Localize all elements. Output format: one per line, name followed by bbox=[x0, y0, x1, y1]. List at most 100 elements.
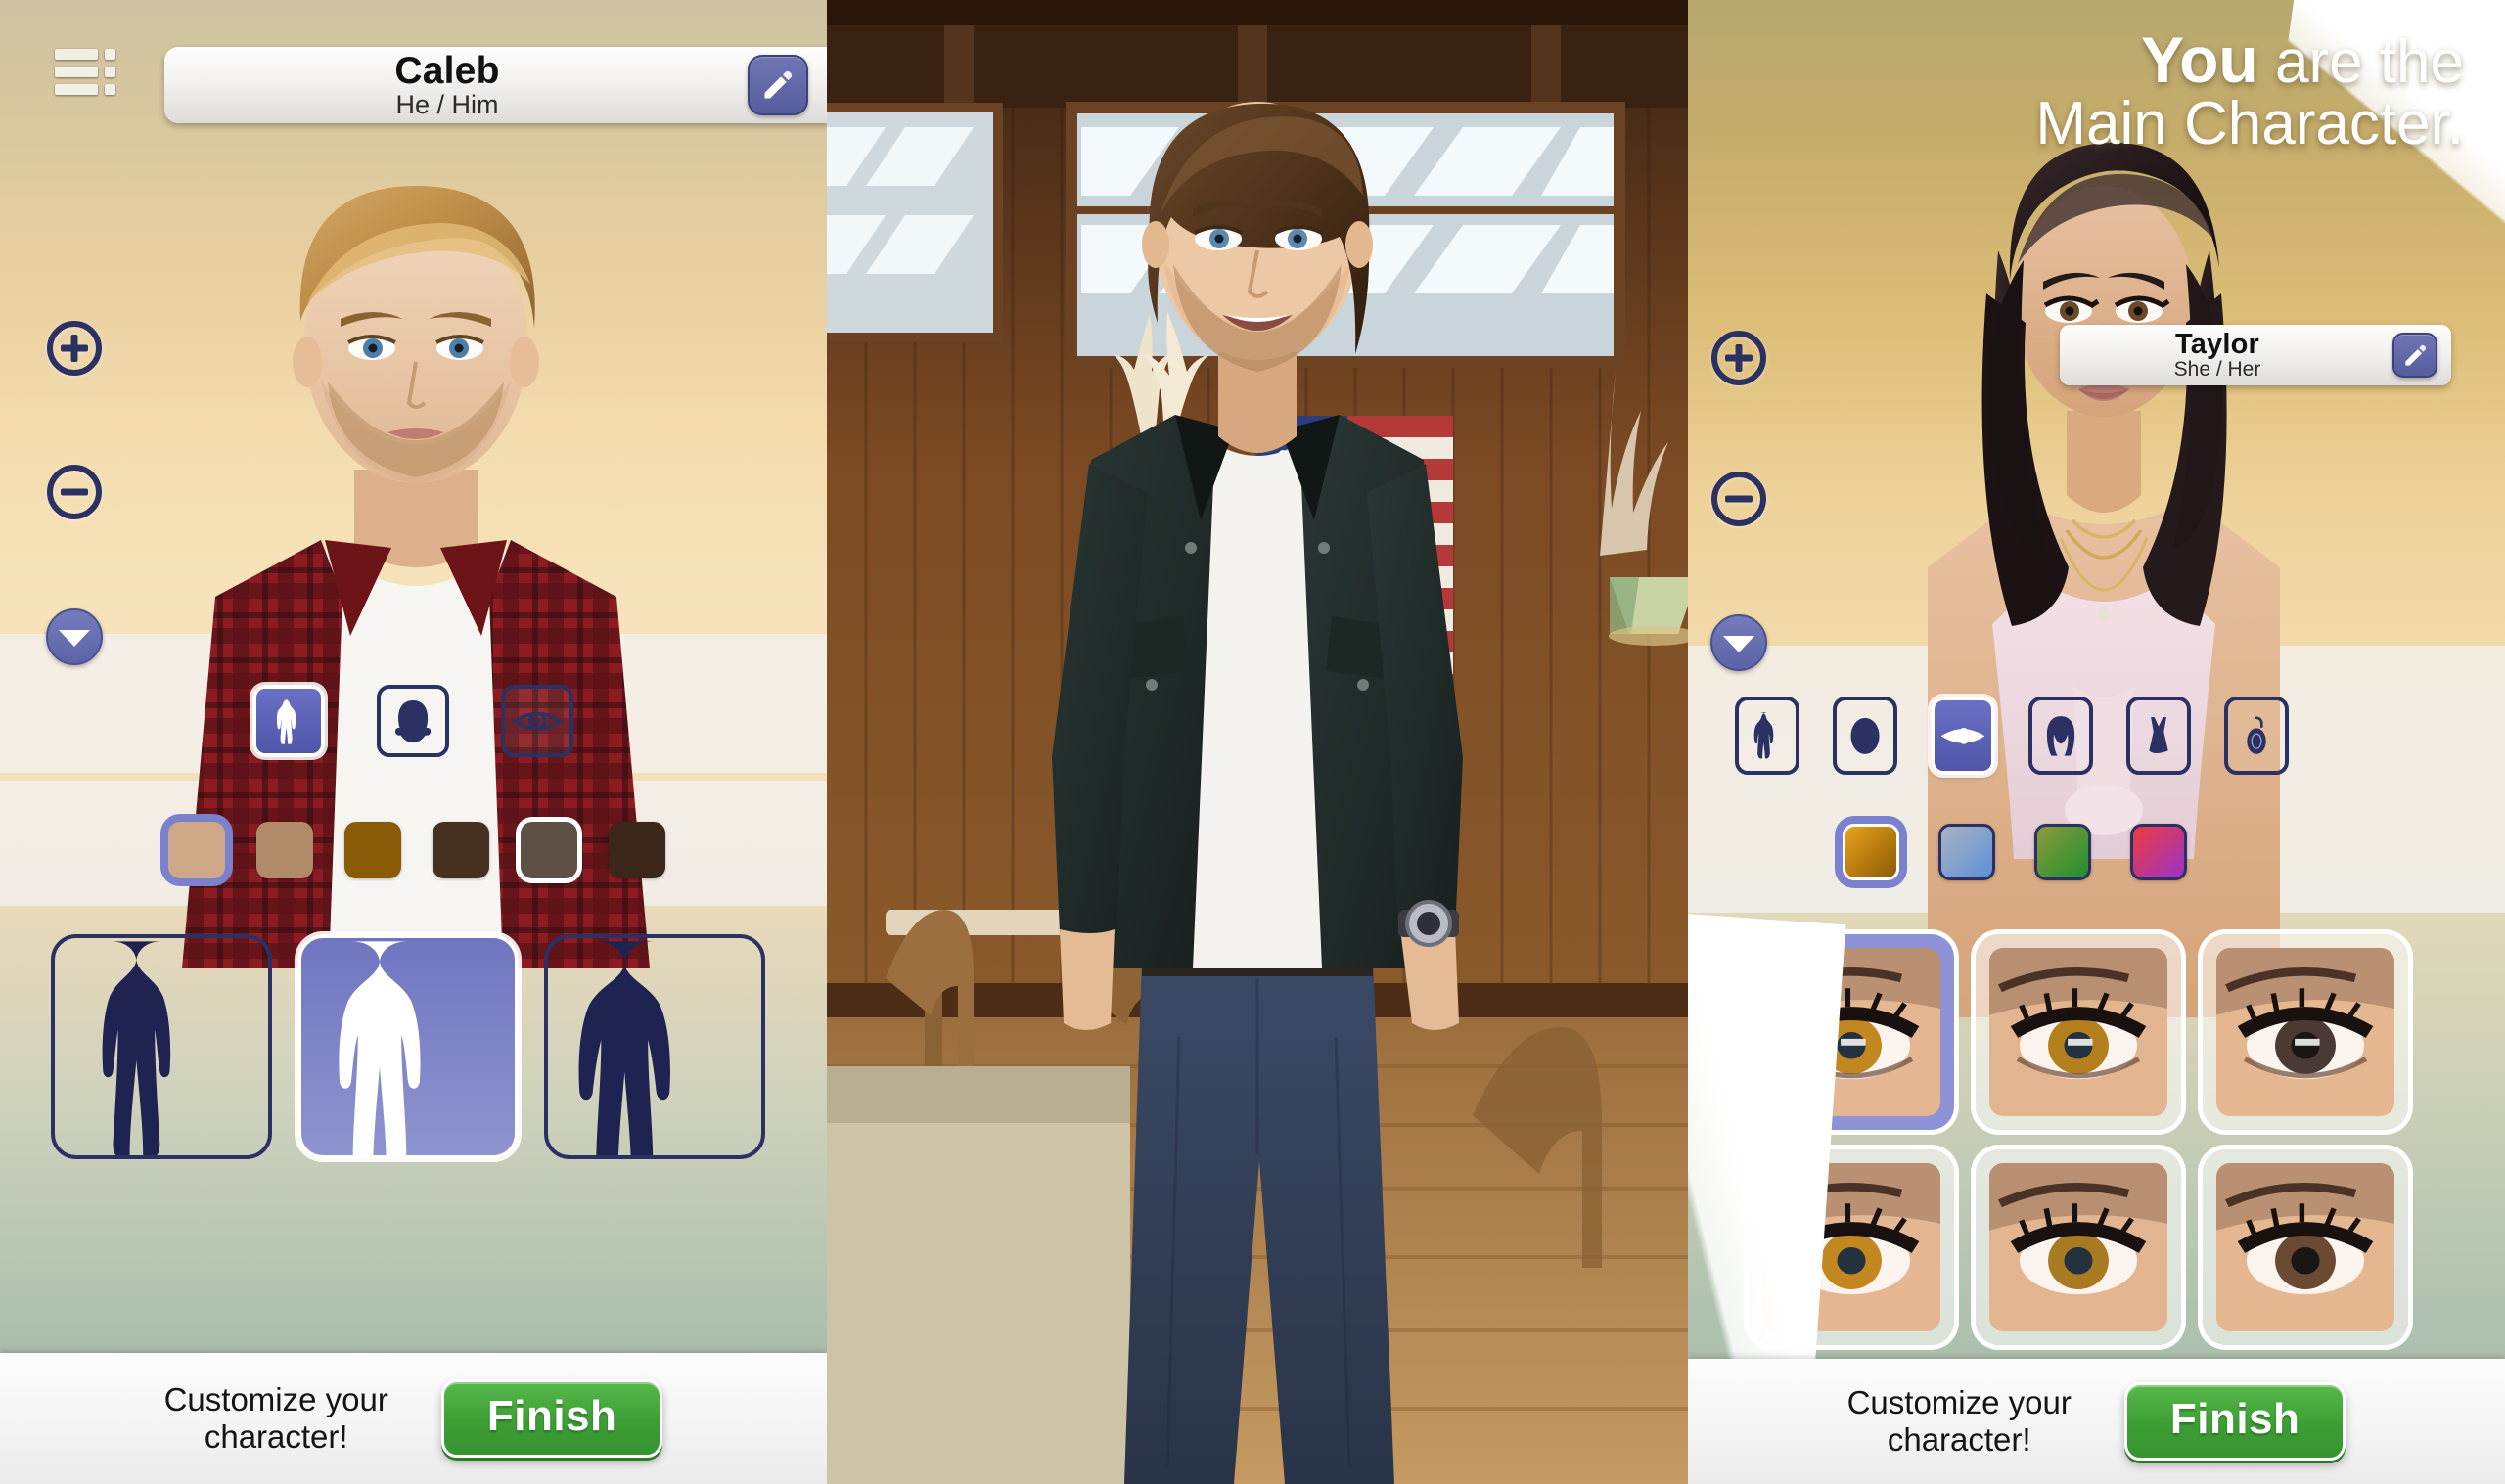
middle-screen bbox=[827, 0, 1688, 1484]
eye-option-card[interactable] bbox=[1749, 1149, 1954, 1345]
headline-line-2: Main Character. bbox=[2035, 90, 2464, 158]
body-silhouette-icon bbox=[1754, 711, 1774, 758]
category-hair-button[interactable] bbox=[2028, 697, 2093, 775]
prompt-line-1: Customize your bbox=[163, 1380, 388, 1417]
dress-icon bbox=[2149, 716, 2168, 753]
finish-button[interactable]: Finish bbox=[440, 1379, 663, 1458]
zoom-in-button[interactable] bbox=[47, 321, 102, 376]
menu-dot bbox=[105, 84, 115, 95]
skin-swatch[interactable] bbox=[609, 822, 665, 878]
menu-dot bbox=[105, 67, 115, 77]
category-outfit-button[interactable] bbox=[2126, 697, 2191, 775]
body-type-card[interactable] bbox=[297, 934, 519, 1159]
category-body-button[interactable] bbox=[252, 685, 325, 757]
menu-bar bbox=[55, 67, 98, 77]
zoom-out-button[interactable] bbox=[1711, 472, 1766, 526]
eye-color-row bbox=[1843, 824, 2187, 880]
character-pronouns: She / Her bbox=[2173, 358, 2261, 382]
skin-tone-row bbox=[168, 822, 665, 878]
zoom-out-button[interactable] bbox=[47, 465, 102, 519]
menu-bar bbox=[55, 84, 98, 95]
eye-thumbnail bbox=[1762, 948, 1940, 1116]
eye-icon bbox=[1940, 727, 1985, 744]
headline-line-1: You are the bbox=[2035, 26, 2464, 96]
eye-thumbnail bbox=[2216, 948, 2394, 1116]
eye-thumbnail bbox=[1989, 1163, 2167, 1331]
face-head-icon bbox=[394, 699, 432, 743]
skin-swatch[interactable] bbox=[168, 822, 225, 878]
face-head-icon bbox=[1850, 717, 1880, 754]
chevron-down-icon bbox=[1710, 614, 1767, 671]
body-silhouette-icon bbox=[276, 698, 296, 744]
eye-option-card[interactable] bbox=[1976, 934, 2181, 1130]
eye-thumbnail bbox=[2216, 1163, 2394, 1331]
finish-button[interactable]: Finish bbox=[2123, 1382, 2346, 1461]
lodge-scene-background bbox=[827, 0, 1688, 1484]
category-face-button[interactable] bbox=[1833, 697, 1897, 775]
body-slim-silhouette-icon bbox=[102, 941, 171, 1155]
nameplate-text: Taylor She / Her bbox=[2060, 329, 2375, 382]
eye-option-card[interactable] bbox=[1749, 934, 1954, 1130]
category-eyes-button[interactable] bbox=[501, 685, 573, 757]
character-nameplate[interactable]: Taylor She / Her bbox=[2060, 325, 2451, 385]
minus-circle-icon bbox=[1711, 472, 1766, 526]
customize-prompt: Customize your character! bbox=[1847, 1384, 2072, 1460]
prompt-line-2: character! bbox=[1887, 1421, 2031, 1458]
category-eyes-button[interactable] bbox=[1931, 697, 1995, 775]
eye-option-card[interactable] bbox=[2203, 1149, 2408, 1345]
hair-icon bbox=[2046, 715, 2075, 756]
eye-option-card[interactable] bbox=[1976, 1149, 2181, 1345]
skin-swatch[interactable] bbox=[344, 822, 401, 878]
skin-swatch[interactable] bbox=[521, 822, 577, 878]
eye-option-row-2 bbox=[1749, 1149, 2408, 1345]
pencil-icon bbox=[2404, 344, 2426, 366]
pencil-icon bbox=[764, 70, 793, 99]
character-name: Caleb bbox=[394, 50, 500, 93]
chevron-down-icon bbox=[46, 608, 103, 665]
right-bottom-bar: Customize your character! Finish bbox=[1688, 1359, 2505, 1484]
minus-circle-icon bbox=[47, 465, 102, 519]
headline: You are the Main Character. bbox=[2035, 26, 2464, 158]
eye-color-swatch[interactable] bbox=[2034, 824, 2091, 880]
zoom-in-button[interactable] bbox=[1711, 331, 1766, 385]
skin-swatch[interactable] bbox=[433, 822, 489, 878]
eye-color-swatch[interactable] bbox=[1843, 824, 1899, 880]
nameplate-text: Caleb He / Him bbox=[164, 51, 730, 119]
eye-color-swatch[interactable] bbox=[1938, 824, 1995, 880]
plus-circle-icon bbox=[1711, 331, 1766, 385]
eye-color-swatch[interactable] bbox=[2130, 824, 2187, 880]
body-type-card[interactable] bbox=[51, 934, 272, 1159]
left-bottom-bar: Customize your character! Finish bbox=[0, 1353, 827, 1484]
earring-icon bbox=[2247, 716, 2266, 754]
menu-bar bbox=[55, 49, 98, 60]
customize-prompt: Customize your character! bbox=[164, 1381, 388, 1457]
eye-thumbnail bbox=[1762, 1163, 1940, 1331]
character-nameplate[interactable]: Caleb He / Him bbox=[164, 47, 827, 123]
edit-name-button[interactable] bbox=[748, 55, 808, 115]
right-screen: You are the Main Character. Taylor She /… bbox=[1688, 0, 2505, 1484]
caleb-character-art bbox=[182, 185, 650, 968]
category-face-button[interactable] bbox=[377, 685, 449, 757]
menu-dot bbox=[105, 49, 115, 60]
eye-option-row-1 bbox=[1749, 934, 2408, 1130]
category-icon-row bbox=[1735, 697, 2289, 775]
category-icon-row bbox=[252, 685, 573, 757]
body-type-card[interactable] bbox=[544, 934, 765, 1159]
eye-option-card[interactable] bbox=[2203, 934, 2408, 1130]
body-average-silhouette-icon bbox=[339, 941, 421, 1155]
skin-swatch[interactable] bbox=[256, 822, 313, 878]
plus-circle-icon bbox=[47, 321, 102, 376]
prompt-line-2: character! bbox=[204, 1418, 348, 1455]
scene-art bbox=[827, 0, 1688, 1484]
collapse-tray-button[interactable] bbox=[46, 608, 103, 665]
screenshot-collage: Caleb He / Him Customize your character!… bbox=[0, 0, 2505, 1484]
menu-button[interactable] bbox=[55, 49, 115, 95]
edit-name-button[interactable] bbox=[2392, 333, 2437, 378]
eye-thumbnail bbox=[1989, 948, 2167, 1116]
category-accessory-button[interactable] bbox=[2224, 697, 2289, 775]
category-body-button[interactable] bbox=[1735, 697, 1799, 775]
headline-emphasis: You bbox=[2140, 23, 2258, 96]
collapse-tray-button[interactable] bbox=[1710, 614, 1767, 671]
headline-line-1-rest: are the bbox=[2257, 28, 2464, 96]
eye-icon bbox=[512, 711, 563, 731]
